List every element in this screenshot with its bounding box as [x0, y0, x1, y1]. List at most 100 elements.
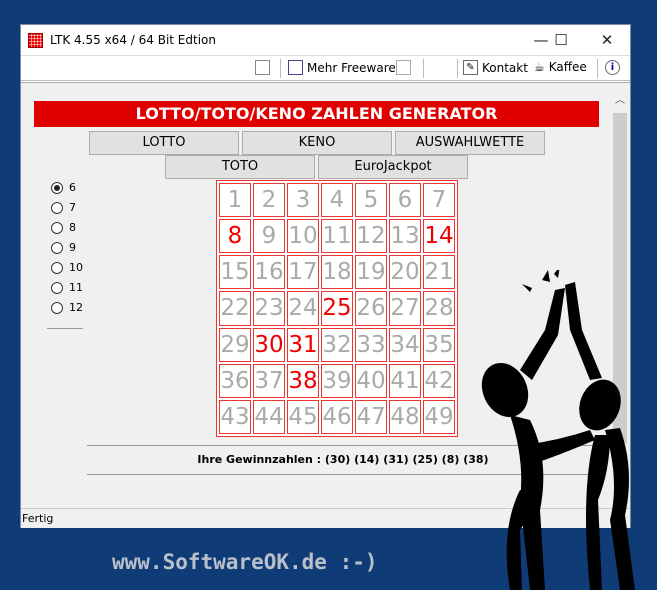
radio-label: 11 — [69, 281, 83, 294]
eurojackpot-button[interactable]: EuroJackpot — [318, 155, 468, 179]
toolbar: Mehr Freeware ✎ Kontakt ☕ Kaffee i — [21, 55, 630, 81]
number-cell-40[interactable]: 40 — [355, 363, 387, 398]
contact-label: Kontakt — [482, 60, 528, 75]
scroll-up-icon[interactable]: ︿ — [612, 91, 628, 106]
lotto-button[interactable]: LOTTO — [89, 131, 239, 155]
radio-count-7[interactable]: 7 — [51, 201, 76, 214]
radio-label: 8 — [69, 221, 76, 234]
number-cell-12[interactable]: 12 — [355, 219, 387, 254]
status-text: Fertig — [22, 512, 54, 525]
radio-button[interactable] — [51, 221, 63, 234]
number-cell-13[interactable]: 13 — [389, 219, 421, 254]
number-cell-45[interactable]: 45 — [287, 399, 319, 434]
auswahlwette-button[interactable]: AUSWAHLWETTE — [395, 131, 545, 155]
number-cell-6[interactable]: 6 — [389, 183, 421, 218]
number-cell-20[interactable]: 20 — [389, 255, 421, 290]
coffee-label: Kaffee — [548, 60, 587, 74]
number-cell-5[interactable]: 5 — [355, 183, 387, 218]
number-cell-1[interactable]: 1 — [219, 183, 251, 218]
radio-label: 10 — [69, 261, 83, 274]
radio-button[interactable] — [51, 201, 63, 214]
number-cell-3[interactable]: 3 — [287, 183, 319, 218]
radio-label: 12 — [69, 301, 83, 314]
number-cell-9[interactable]: 9 — [253, 219, 285, 254]
number-cell-33[interactable]: 33 — [355, 327, 387, 362]
radio-count-8[interactable]: 8 — [51, 221, 76, 234]
banner-title: LOTTO/TOTO/KENO ZAHLEN GENERATOR — [34, 101, 599, 127]
number-cell-28[interactable]: 28 — [423, 291, 455, 326]
number-cell-15[interactable]: 15 — [219, 255, 251, 290]
freeware-icon — [288, 60, 303, 75]
info-icon: i — [605, 60, 620, 75]
number-cell-49[interactable]: 49 — [423, 399, 455, 434]
close-button[interactable]: ✕ — [587, 29, 627, 51]
number-grid: 1 2 3 4 5 6 7 8 9 10 11 12 13 14 15 16 17 18 19 20 21 22 23 24 2… — [216, 180, 458, 437]
radio-count-9[interactable]: 9 — [51, 241, 76, 254]
number-cell-23[interactable]: 23 — [253, 291, 285, 326]
window-title: LTK 4.55 x64 / 64 Bit Edtion — [50, 33, 216, 47]
number-cell-44[interactable]: 44 — [253, 399, 285, 434]
number-cell-10[interactable]: 10 — [287, 219, 319, 254]
website-footer: www.SoftwareOK.de :-) — [112, 550, 378, 574]
number-cell-11[interactable]: 11 — [321, 219, 353, 254]
number-cell-47[interactable]: 47 — [355, 399, 387, 434]
number-cell-32[interactable]: 32 — [321, 327, 353, 362]
number-cell-38[interactable]: 38 — [287, 363, 319, 398]
number-cell-21[interactable]: 21 — [423, 255, 455, 290]
radio-button[interactable] — [51, 301, 63, 314]
radio-count-12[interactable]: 12 — [51, 301, 83, 314]
number-cell-39[interactable]: 39 — [321, 363, 353, 398]
number-cell-43[interactable]: 43 — [219, 399, 251, 434]
number-cell-42[interactable]: 42 — [423, 363, 455, 398]
number-cell-26[interactable]: 26 — [355, 291, 387, 326]
number-cell-18[interactable]: 18 — [321, 255, 353, 290]
contact-button[interactable]: ✎ Kontakt — [463, 60, 528, 75]
info-button[interactable]: i — [605, 60, 620, 75]
number-cell-30[interactable]: 30 — [253, 327, 285, 362]
document-icon[interactable] — [255, 60, 270, 75]
radio-label: 7 — [69, 201, 76, 214]
pencil-icon: ✎ — [463, 60, 478, 75]
number-cell-34[interactable]: 34 — [389, 327, 421, 362]
maximize-button[interactable]: ☐ — [541, 29, 581, 51]
more-freeware-label: Mehr Freeware — [307, 60, 396, 75]
number-cell-4[interactable]: 4 — [321, 183, 353, 218]
more-freeware-button[interactable]: Mehr Freeware — [288, 60, 396, 75]
radio-count-10[interactable]: 10 — [51, 261, 83, 274]
number-cell-25[interactable]: 25 — [321, 291, 353, 326]
number-cell-48[interactable]: 48 — [389, 399, 421, 434]
number-cell-16[interactable]: 16 — [253, 255, 285, 290]
number-cell-14[interactable]: 14 — [423, 219, 455, 254]
coffee-button[interactable]: ☕ Kaffee — [534, 60, 587, 74]
app-icon — [28, 33, 43, 48]
number-cell-46[interactable]: 46 — [321, 399, 353, 434]
radio-count-6[interactable]: 6 — [51, 181, 76, 194]
number-cell-2[interactable]: 2 — [253, 183, 285, 218]
title-bar: LTK 4.55 x64 / 64 Bit Edtion — ☐ ✕ — [21, 25, 630, 55]
keno-button[interactable]: KENO — [242, 131, 392, 155]
radio-button[interactable] — [51, 241, 63, 254]
number-cell-22[interactable]: 22 — [219, 291, 251, 326]
number-cell-35[interactable]: 35 — [423, 327, 455, 362]
dancing-figures-illustration — [481, 270, 635, 590]
number-cell-41[interactable]: 41 — [389, 363, 421, 398]
number-cell-8[interactable]: 8 — [219, 219, 251, 254]
search-doc-icon[interactable] — [396, 60, 411, 75]
number-cell-24[interactable]: 24 — [287, 291, 319, 326]
number-cell-7[interactable]: 7 — [423, 183, 455, 218]
number-cell-31[interactable]: 31 — [287, 327, 319, 362]
number-cell-36[interactable]: 36 — [219, 363, 251, 398]
radio-count-11[interactable]: 11 — [51, 281, 83, 294]
radio-button[interactable] — [51, 181, 63, 194]
number-cell-29[interactable]: 29 — [219, 327, 251, 362]
radio-button[interactable] — [51, 281, 63, 294]
radio-label: 9 — [69, 241, 76, 254]
coffee-icon: ☕ — [534, 60, 545, 74]
number-cell-27[interactable]: 27 — [389, 291, 421, 326]
toto-button[interactable]: TOTO — [165, 155, 315, 179]
radio-label: 6 — [69, 181, 76, 194]
radio-button[interactable] — [51, 261, 63, 274]
number-cell-37[interactable]: 37 — [253, 363, 285, 398]
number-cell-17[interactable]: 17 — [287, 255, 319, 290]
number-cell-19[interactable]: 19 — [355, 255, 387, 290]
